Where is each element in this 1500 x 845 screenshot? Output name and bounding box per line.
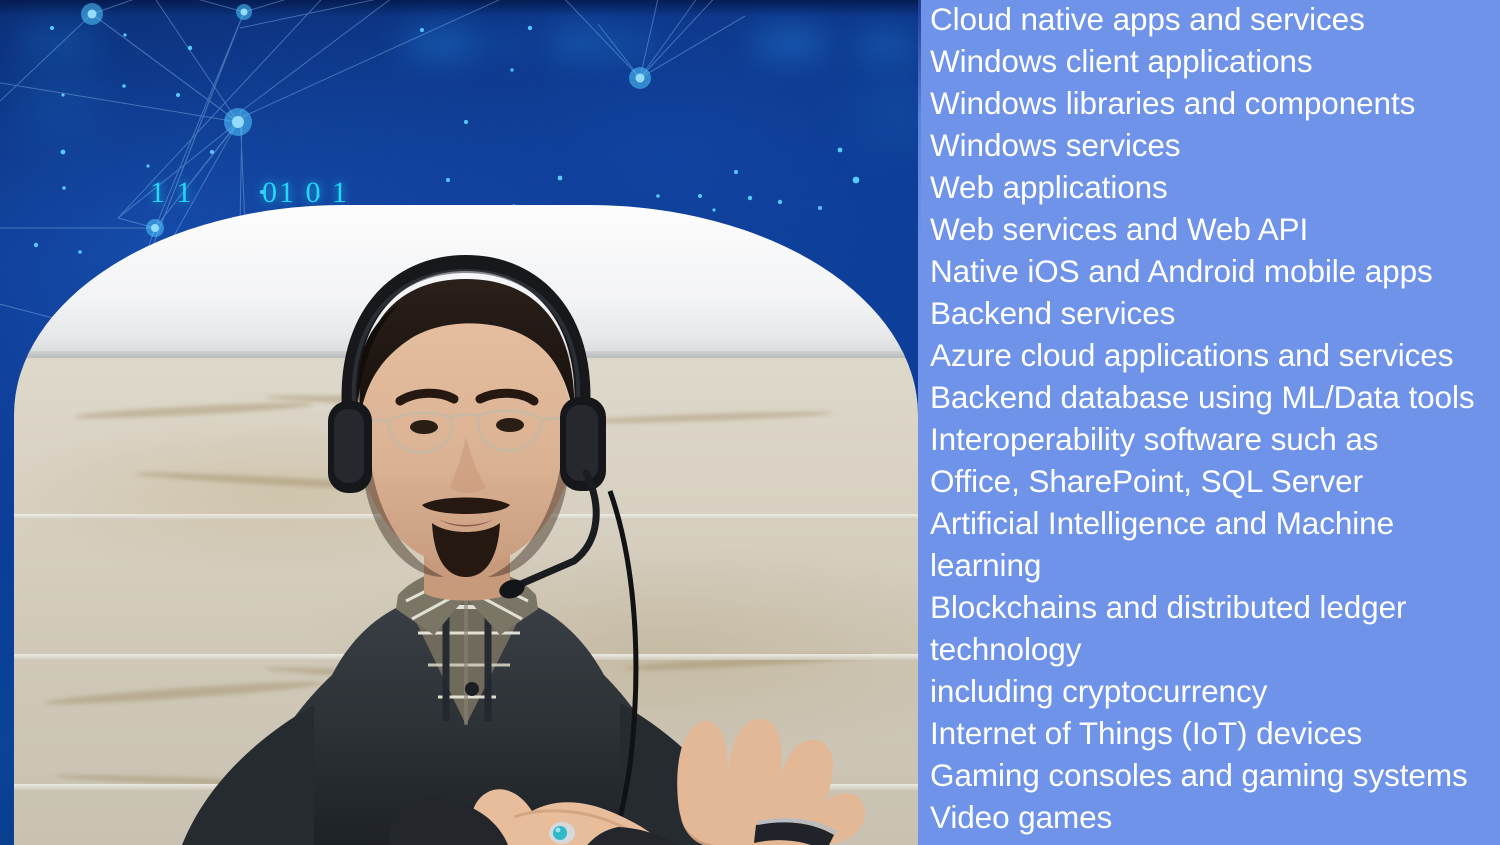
- presenter: [182, 254, 866, 845]
- list-item: including cryptocurrency: [930, 673, 1268, 709]
- list-item: Web services and Web API: [930, 211, 1309, 247]
- list-item: Backend services: [930, 295, 1176, 331]
- video-pane[interactable]: 1 1 01 0 1: [0, 0, 918, 845]
- list-item: Office, SharePoint, SQL Server: [930, 463, 1363, 499]
- list-item: Web applications: [930, 169, 1168, 205]
- list-item: technology: [930, 631, 1082, 667]
- list-item: Windows services: [930, 127, 1181, 163]
- presentation-screen: 1 1 01 0 1 Cloud native apps and service…: [0, 0, 1500, 845]
- list-item: Interoperability software such as: [930, 421, 1379, 457]
- list-item: Windows client applications: [930, 43, 1313, 79]
- panel-left-edge: [918, 0, 921, 845]
- webcam-room-feed: [14, 205, 918, 845]
- list-item: Artificial Intelligence and Machine: [930, 505, 1395, 541]
- list-item: Blockchains and distributed ledger: [930, 589, 1407, 625]
- bullet-text-panel: Cloud native apps and services Windows c…: [918, 0, 1500, 845]
- list-item: Video games: [930, 799, 1113, 835]
- list-item: Azure cloud applications and services: [930, 337, 1454, 373]
- list-item: Windows libraries and components: [930, 85, 1416, 121]
- list-item: Backend database using ML/Data tools: [930, 379, 1475, 415]
- bullet-list: Cloud native apps and services Windows c…: [930, 0, 1500, 838]
- list-item: Gaming consoles and gaming systems: [930, 757, 1468, 793]
- list-item: Cloud native apps and services: [930, 1, 1365, 37]
- list-item: Native iOS and Android mobile apps: [930, 253, 1433, 289]
- list-item: Internet of Things (IoT) devices: [930, 715, 1363, 751]
- list-item: learning: [930, 547, 1042, 583]
